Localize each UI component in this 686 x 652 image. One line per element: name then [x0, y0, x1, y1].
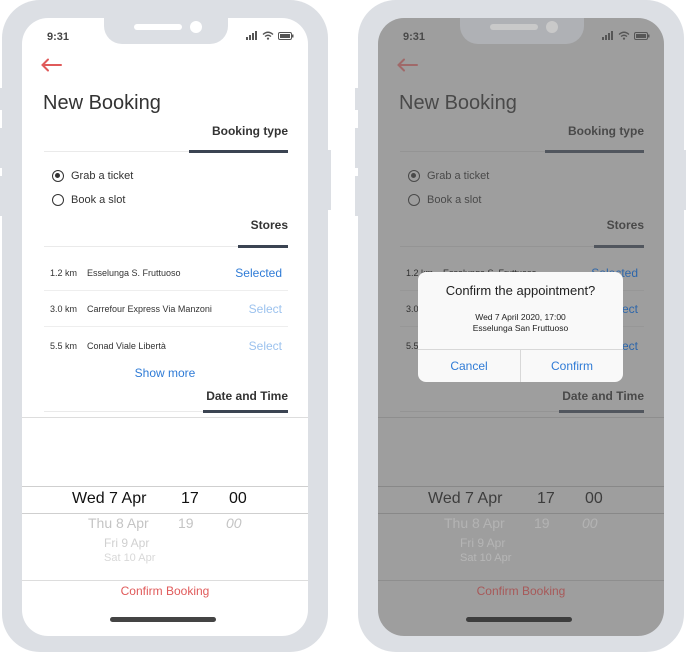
signal-icon	[246, 31, 257, 40]
dialog-store: Esselunga San Fruttuoso	[472, 323, 569, 333]
store-selected-button[interactable]: Selected	[235, 266, 288, 280]
phone-mute-switch	[0, 88, 3, 110]
option-label: Grab a ticket	[71, 170, 134, 182]
option-grab-ticket[interactable]: Grab a ticket	[52, 170, 133, 182]
store-row[interactable]: 1.2 km Esselunga S. Fruttuoso Selected	[44, 255, 288, 291]
picker-date[interactable]: Wed 7 Apr	[72, 490, 146, 508]
section-divider	[44, 245, 288, 248]
date-time-picker[interactable]: Wed 7 Apr 17 00 Thu 8 Apr 19 00 Fri 9 Ap…	[22, 417, 308, 581]
section-booking-type: Booking type	[211, 124, 288, 138]
booking-screen: 9:31 New Booking Booking type Grab a tic…	[22, 18, 308, 636]
store-distance: 3.0 km	[50, 303, 78, 314]
radio-checked[interactable]	[52, 170, 64, 182]
store-distance: 5.5 km	[50, 341, 78, 351]
picker-date[interactable]: Thu 8 Apr	[88, 515, 149, 531]
store-select-button[interactable]: Select	[249, 339, 288, 353]
home-indicator	[110, 617, 216, 622]
picker-hour[interactable]: 17	[181, 490, 199, 508]
radio-unchecked[interactable]	[52, 194, 64, 206]
store-name: Conad Viale Libertà	[87, 341, 166, 351]
section-divider	[44, 150, 288, 153]
phone-volume-up	[0, 128, 3, 168]
phone-power-button	[327, 150, 331, 210]
confirm-appointment-dialog: Confirm the appointment? Wed 7 April 202…	[418, 272, 623, 382]
wifi-icon	[262, 31, 274, 40]
picker-date[interactable]: Fri 9 Apr	[104, 536, 149, 550]
back-arrow-icon[interactable]	[40, 58, 62, 72]
store-name: Esselunga S. Fruttuoso	[87, 267, 181, 278]
picker-hour[interactable]: 19	[178, 515, 194, 531]
phone-frame-confirm: 9:31 New Booking Booking type Grab a tic…	[355, 0, 686, 652]
store-name: Carrefour Express Via Manzoni	[87, 303, 212, 314]
store-row[interactable]: 5.5 km Conad Viale Libertà Select	[44, 328, 288, 364]
section-stores: Stores	[250, 218, 288, 232]
store-select-button[interactable]: Select	[249, 302, 288, 316]
phone-volume-up	[355, 128, 359, 168]
phone-notch	[104, 18, 228, 44]
dialog-title: Confirm the appointment?	[445, 283, 596, 298]
dialog-cancel-button[interactable]: Cancel	[418, 350, 520, 382]
section-date-time: Date and Time	[206, 389, 288, 403]
confirm-booking-button[interactable]: Confirm Booking	[22, 584, 308, 598]
status-icons	[246, 31, 294, 40]
picker-minute[interactable]: 00	[226, 515, 242, 531]
picker-date[interactable]: Sat 10 Apr	[104, 552, 155, 564]
show-more-link[interactable]: Show more	[22, 366, 308, 380]
dialog-buttons: Cancel Confirm	[418, 349, 623, 382]
picker-minute[interactable]: 00	[229, 490, 247, 508]
option-label: Book a slot	[71, 194, 126, 206]
booking-screen-dimmed: 9:31 New Booking Booking type Grab a tic…	[378, 18, 664, 636]
picker-selection-band	[22, 486, 308, 514]
phone-volume-down	[0, 176, 3, 216]
dialog-datetime: Wed 7 April 2020, 17:00	[475, 312, 566, 322]
store-distance: 1.2 km	[50, 267, 78, 278]
phone-mute-switch	[355, 88, 359, 110]
store-row[interactable]: 3.0 km Carrefour Express Via Manzoni Sel…	[44, 291, 288, 327]
phone-volume-down	[355, 176, 359, 216]
dialog-confirm-button[interactable]: Confirm	[520, 350, 623, 382]
section-divider	[44, 410, 288, 413]
battery-icon	[278, 31, 294, 40]
page-title: New Booking	[43, 92, 161, 114]
phone-frame-booking: 9:31 New Booking Booking type Grab a tic…	[0, 0, 331, 652]
status-time: 9:31	[47, 31, 70, 43]
option-book-slot[interactable]: Book a slot	[52, 194, 125, 206]
